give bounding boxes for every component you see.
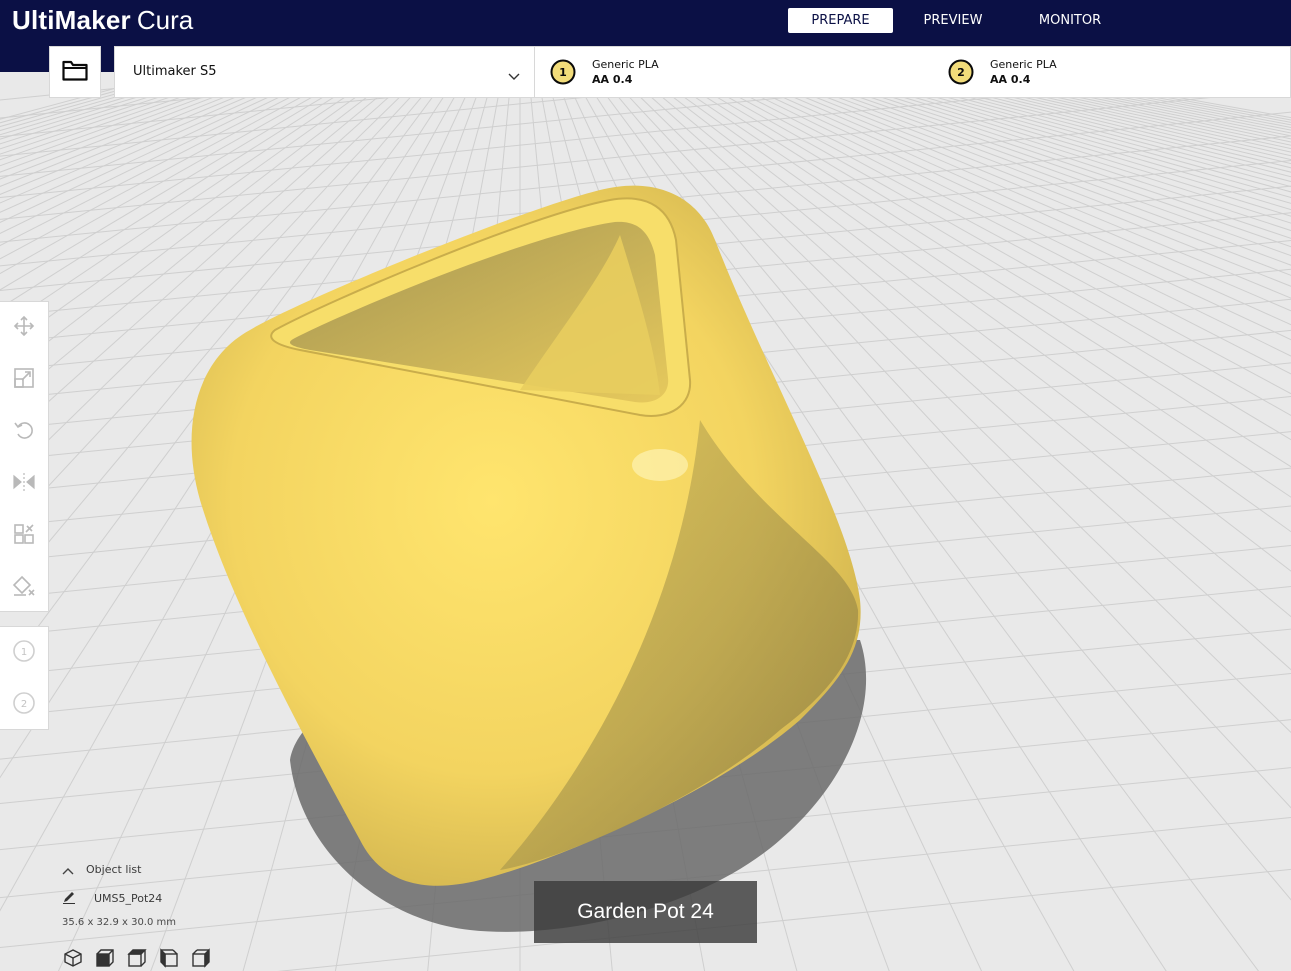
printer-selector[interactable]: Ultimaker S5 (115, 47, 535, 97)
extruder-1-button[interactable]: 1 (0, 629, 48, 677)
extruder-1-toolbar-icon: 1 (12, 639, 36, 667)
camera-view-buttons (62, 947, 222, 971)
logo-product: Cura (136, 5, 194, 35)
printer-material-bar: Ultimaker S5 1 Generic PLA AA 0.4 2 Gene… (114, 46, 1291, 98)
extruder-2-nozzle: AA 0.4 (990, 73, 1031, 86)
extruder-1-number: 1 (559, 66, 567, 79)
extruder-2-button[interactable]: 2 (0, 681, 48, 729)
object-dimensions: 35.6 x 32.9 x 30.0 mm (62, 917, 177, 928)
chevron-up-icon (62, 860, 74, 879)
left-view-icon[interactable] (158, 947, 180, 969)
extruder-1-nozzle: AA 0.4 (592, 73, 633, 86)
per-model-settings-button[interactable] (0, 512, 48, 560)
scale-tool-button[interactable] (0, 356, 48, 404)
tools-toolbar (0, 301, 49, 612)
extruder-2-material: Generic PLA (990, 58, 1057, 71)
mirror-tool-button[interactable] (0, 460, 48, 508)
object-list-label: Object list (86, 862, 142, 876)
per-model-settings-icon (13, 523, 35, 549)
front-view-icon[interactable] (94, 947, 116, 969)
printer-name: Ultimaker S5 (133, 64, 217, 79)
scale-icon (13, 367, 35, 393)
pencil-icon[interactable] (62, 889, 76, 908)
object-list-item[interactable]: UMS5_Pot24 (62, 889, 162, 907)
viewport-3d[interactable] (0, 0, 1291, 971)
move-icon (13, 315, 35, 341)
support-blocker-button[interactable] (0, 564, 48, 612)
model-name-label: Garden Pot 24 (534, 881, 757, 943)
app-header: UltiMaker Cura PREPARE PREVIEW MONITOR (0, 0, 1291, 46)
extruder-1-selector[interactable]: 1 Generic PLA AA 0.4 (548, 47, 928, 97)
right-view-icon[interactable] (190, 947, 212, 969)
extruder-toolbar: 1 2 (0, 626, 49, 730)
folder-icon (62, 59, 88, 85)
chevron-down-icon (508, 66, 520, 85)
support-blocker-icon (12, 575, 36, 601)
3d-view-icon[interactable] (62, 947, 84, 969)
extruder-1-material: Generic PLA (592, 58, 659, 71)
top-view-icon[interactable] (126, 947, 148, 969)
rotate-tool-button[interactable] (0, 408, 48, 456)
rotate-icon (13, 419, 35, 445)
object-list-toggle[interactable]: Object list (62, 860, 141, 878)
extruder-2-toolbar-icon: 2 (12, 691, 36, 719)
extruder-2-toolbar-number: 2 (21, 699, 27, 710)
tab-prepare[interactable]: PREPARE (788, 8, 893, 33)
object-name: UMS5_Pot24 (94, 891, 163, 905)
app-logo: UltiMaker Cura (12, 3, 193, 37)
extruder-2-selector[interactable]: 2 Generic PLA AA 0.4 (946, 47, 1291, 97)
tab-monitor[interactable]: MONITOR (1020, 8, 1120, 33)
extruder-2-number: 2 (957, 66, 965, 79)
mirror-icon (12, 471, 36, 497)
extruder-1-toolbar-number: 1 (21, 647, 27, 658)
extruder-2-icon: 2 (948, 59, 974, 85)
tab-preview[interactable]: PREVIEW (906, 8, 1000, 33)
move-tool-button[interactable] (0, 304, 48, 352)
logo-brand: UltiMaker (12, 5, 131, 35)
extruder-1-icon: 1 (550, 59, 576, 85)
open-file-button[interactable] (49, 46, 101, 98)
build-plate (0, 0, 1291, 971)
